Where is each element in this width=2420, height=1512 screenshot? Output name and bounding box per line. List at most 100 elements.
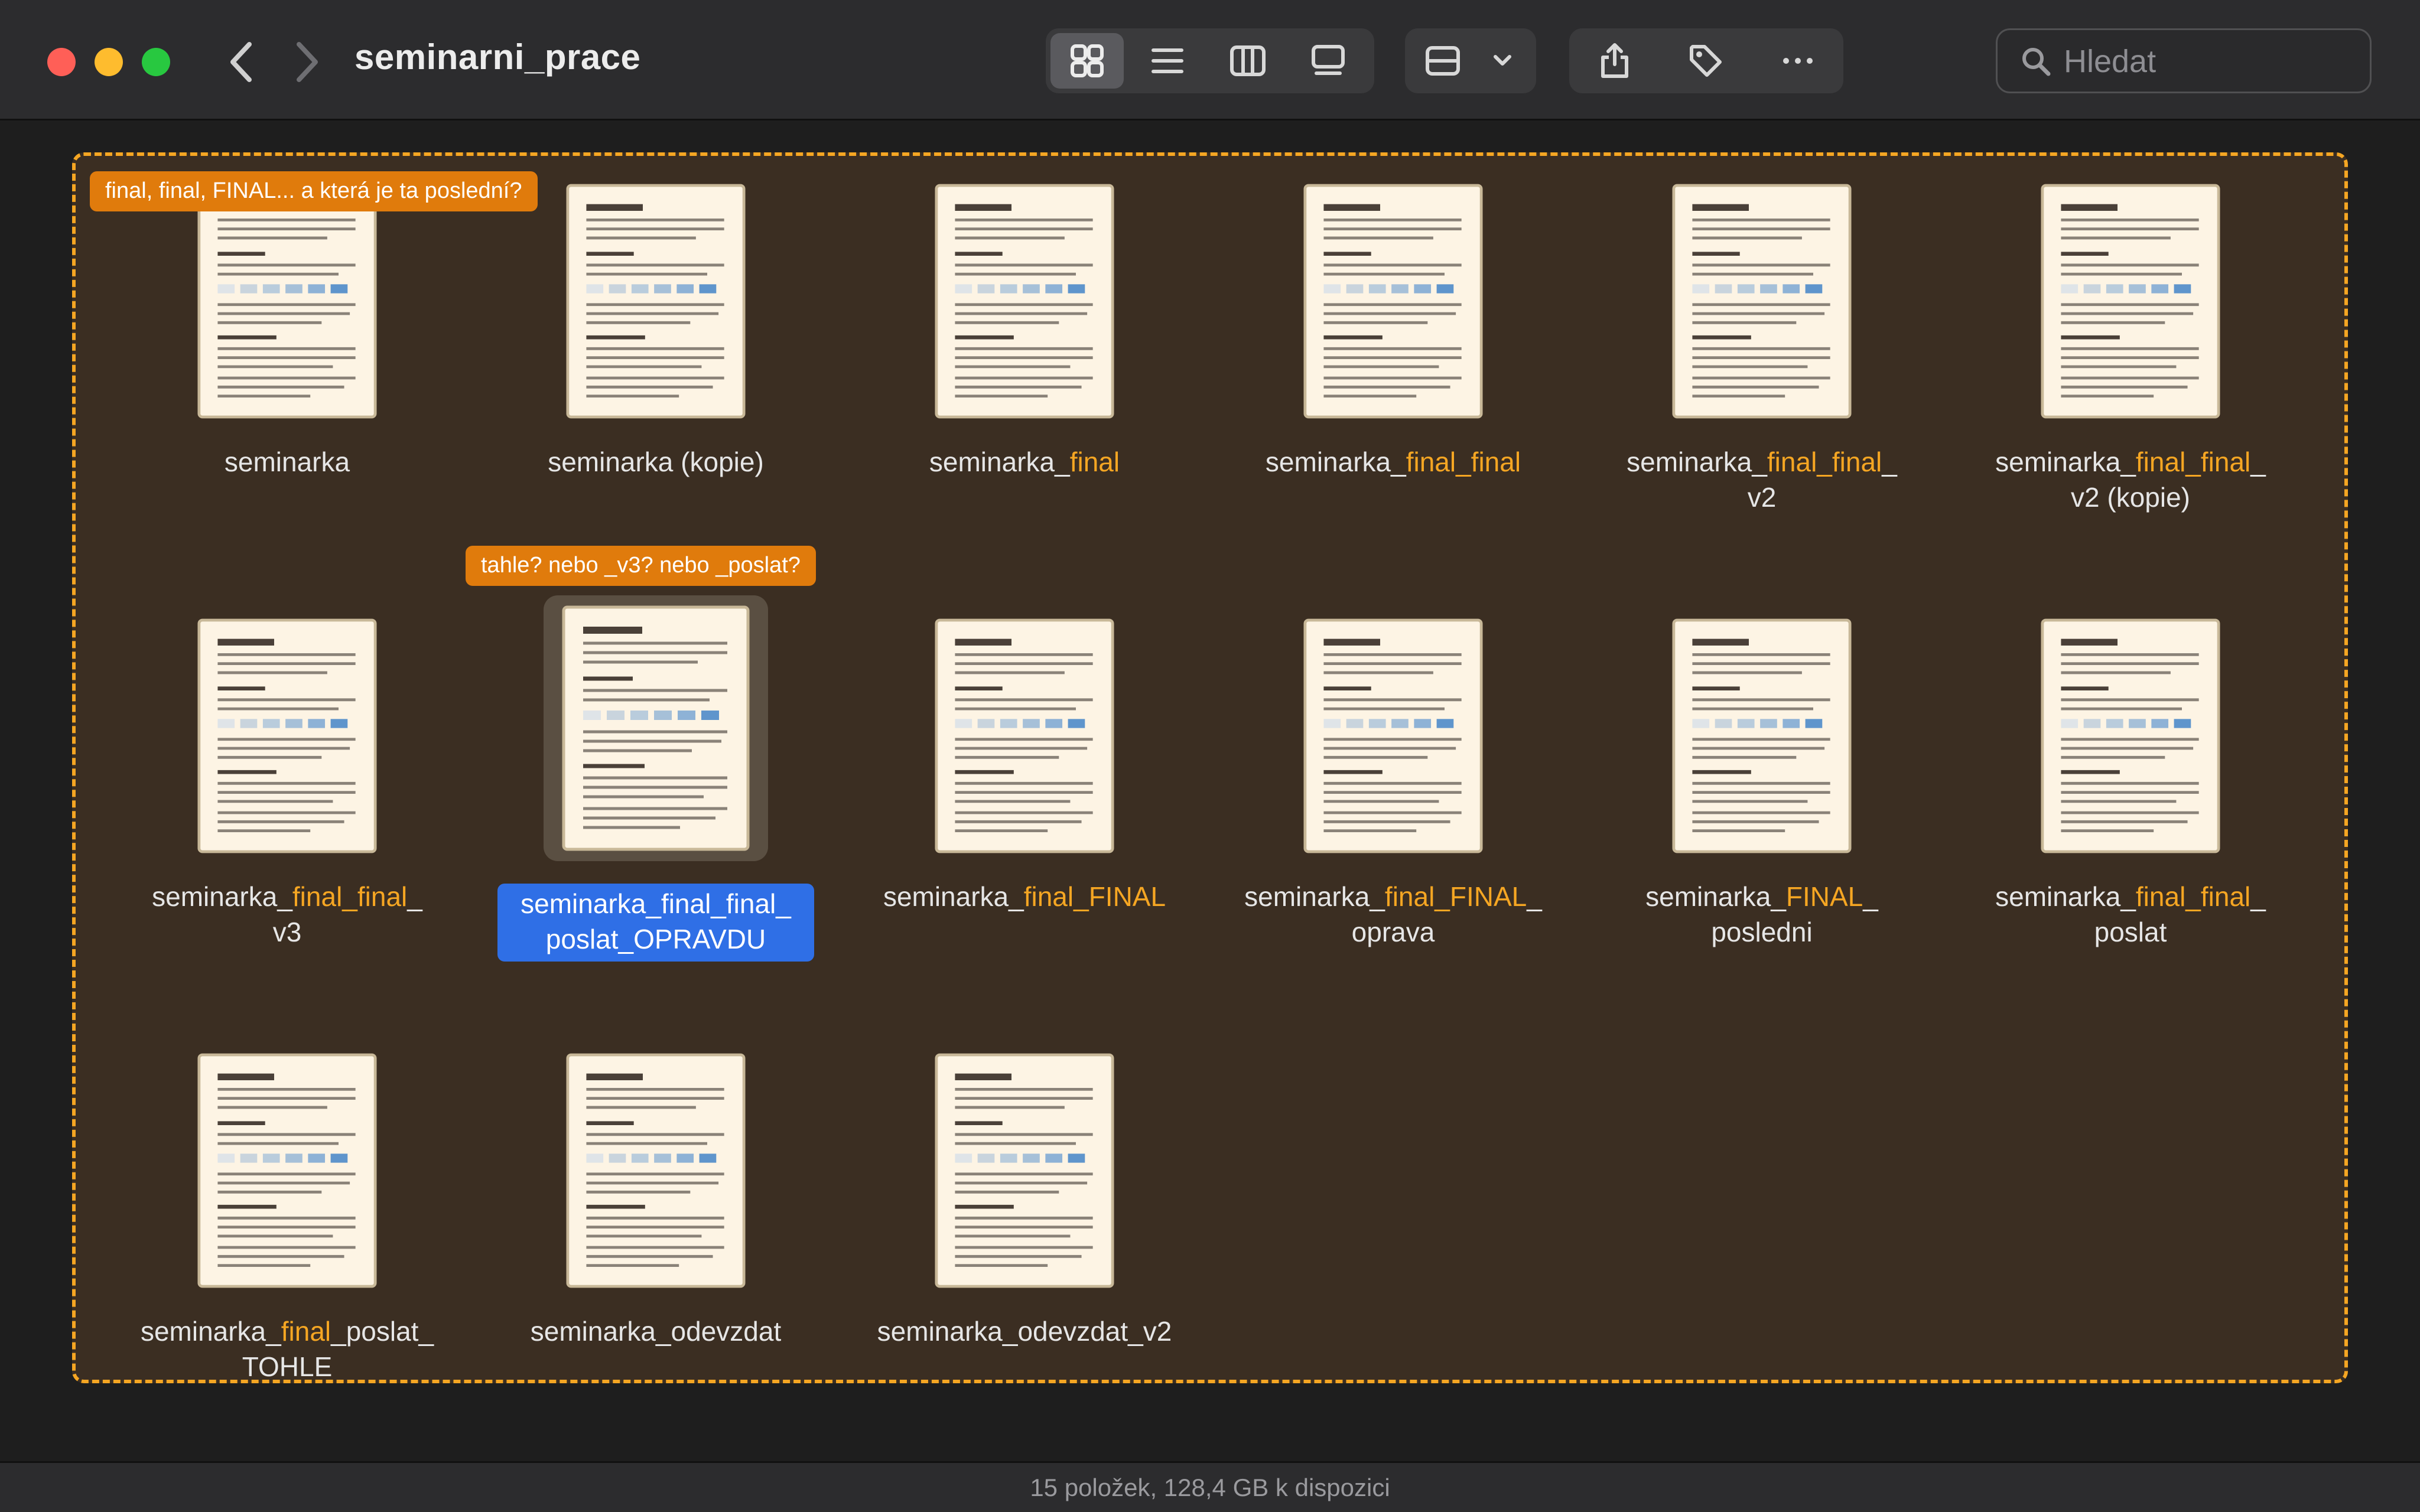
file-thumbnail[interactable] bbox=[1303, 614, 1483, 858]
file-name-part: v3 bbox=[272, 917, 302, 947]
window-toolbar: seminarni_prace bbox=[0, 0, 2420, 120]
file-name-part: seminarka_ bbox=[140, 1316, 281, 1347]
view-mode-control bbox=[1046, 28, 1374, 93]
file-name-part: seminarka (kopie) bbox=[548, 447, 764, 477]
file-name-part: seminarka_odevzdat_v2 bbox=[877, 1316, 1172, 1347]
file-name-part: seminarka_ bbox=[1645, 881, 1786, 912]
file-name-label[interactable]: seminarka_final_final_ v3 bbox=[122, 879, 453, 950]
file-name-part: seminarka_odevzdat bbox=[530, 1316, 782, 1347]
share-icon bbox=[1601, 43, 1628, 78]
document-thumbnail-icon bbox=[197, 1053, 377, 1288]
file-thumbnail[interactable] bbox=[1672, 614, 1852, 858]
document-thumbnail-icon bbox=[935, 618, 1114, 853]
list-view-button[interactable] bbox=[1131, 33, 1204, 89]
group-icon bbox=[1426, 46, 1460, 76]
file-name-label[interactable]: seminarka_final bbox=[859, 444, 1190, 480]
file-name-label[interactable]: seminarka_final_final bbox=[1228, 444, 1559, 480]
share-button[interactable] bbox=[1576, 33, 1653, 89]
file-name-part: _ bbox=[1882, 447, 1897, 477]
icon-view-button[interactable] bbox=[1050, 33, 1124, 89]
document-thumbnail-icon bbox=[566, 184, 746, 419]
file-name-label[interactable]: seminarka_final_final_ v2 (kopie) bbox=[1965, 444, 2296, 515]
file-name-part: seminarka bbox=[224, 447, 350, 477]
gallery-icon bbox=[1312, 45, 1345, 75]
file-name-part: poslat bbox=[2094, 917, 2167, 947]
file-name-part: _ bbox=[407, 881, 422, 912]
document-thumbnail-icon bbox=[1672, 618, 1852, 853]
file-name-part: oprava bbox=[1351, 917, 1435, 947]
file-name-part: seminarka_ bbox=[1995, 881, 2136, 912]
forward-button[interactable] bbox=[282, 35, 330, 89]
file-name-part: _ bbox=[2250, 447, 2266, 477]
file-thumbnail[interactable] bbox=[2041, 614, 2220, 858]
file-thumbnail[interactable] bbox=[566, 1049, 746, 1292]
zoom-window-button[interactable] bbox=[142, 48, 170, 76]
file-name-highlight: final bbox=[281, 1316, 331, 1347]
file-name-label[interactable]: seminarka_final_poslat_ TOHLE bbox=[122, 1314, 453, 1384]
document-thumbnail-icon bbox=[1672, 184, 1852, 419]
search-input[interactable] bbox=[2064, 41, 2347, 82]
chevron-right-icon bbox=[297, 42, 318, 82]
file-name-part: seminarka_ bbox=[1995, 447, 2136, 477]
file-name-part: poslat_OPRAVDU bbox=[545, 924, 766, 954]
file-thumbnail[interactable] bbox=[197, 614, 377, 858]
file-name-highlight: final_final bbox=[1406, 447, 1521, 477]
file-name-label[interactable]: seminarka (kopie) bbox=[490, 444, 821, 480]
more-actions-button[interactable] bbox=[1759, 33, 1836, 89]
annotation-note-selected: tahle? nebo _v3? nebo _poslat? bbox=[466, 546, 816, 586]
file-thumbnail[interactable] bbox=[935, 614, 1114, 858]
document-thumbnail-icon bbox=[1303, 618, 1483, 853]
file-thumbnail[interactable] bbox=[2041, 180, 2220, 423]
document-thumbnail-icon bbox=[935, 1053, 1114, 1288]
back-button[interactable] bbox=[219, 35, 266, 89]
file-name-part: seminarka_ bbox=[929, 447, 1070, 477]
file-name-label[interactable]: seminarka_FINAL_ posledni bbox=[1596, 879, 1927, 950]
file-name-highlight: final_final bbox=[292, 881, 408, 912]
file-name-part: seminarka_final_final_ bbox=[521, 888, 791, 919]
file-name-label[interactable]: seminarka bbox=[122, 444, 453, 480]
file-name-part: TOHLE bbox=[242, 1351, 333, 1382]
file-name-part: seminarka_ bbox=[1627, 447, 1767, 477]
gallery-view-button[interactable] bbox=[1292, 33, 1365, 89]
file-name-highlight: final_FINAL bbox=[1384, 881, 1527, 912]
minimize-window-button[interactable] bbox=[95, 48, 123, 76]
file-thumbnail[interactable] bbox=[566, 180, 746, 423]
file-name-part: _poslat_ bbox=[331, 1316, 434, 1347]
file-name-part: seminarka_ bbox=[152, 881, 292, 912]
search-field[interactable] bbox=[1996, 28, 2372, 93]
document-thumbnail-icon bbox=[197, 184, 377, 419]
document-thumbnail-icon bbox=[197, 618, 377, 853]
file-name-label[interactable]: seminarka_final_FINAL bbox=[859, 879, 1190, 914]
file-thumbnail[interactable] bbox=[197, 1049, 377, 1292]
file-thumbnail[interactable] bbox=[544, 595, 768, 861]
group-by-menu[interactable] bbox=[1405, 28, 1536, 93]
document-thumbnail-icon bbox=[1303, 184, 1483, 419]
file-name-highlight: final_final bbox=[2135, 881, 2251, 912]
file-name-label[interactable]: seminarka_final_final_ poslat_OPRAVDU bbox=[497, 884, 814, 962]
file-name-part: v2 (kopie) bbox=[2071, 482, 2190, 513]
tag-button[interactable] bbox=[1667, 33, 1744, 89]
file-name-part: v2 bbox=[1747, 482, 1777, 513]
file-name-part: _ bbox=[1863, 881, 1878, 912]
file-name-label[interactable]: seminarka_final_final_poslat bbox=[1965, 879, 2296, 950]
file-thumbnail[interactable] bbox=[935, 180, 1114, 423]
group-button[interactable] bbox=[1413, 33, 1472, 89]
group-dropdown-button[interactable] bbox=[1476, 33, 1529, 89]
file-name-part: _ bbox=[2250, 881, 2266, 912]
file-thumbnail[interactable] bbox=[935, 1049, 1114, 1292]
file-name-label[interactable]: seminarka_odevzdat bbox=[490, 1314, 821, 1349]
file-thumbnail[interactable] bbox=[1672, 180, 1852, 423]
column-view-button[interactable] bbox=[1211, 33, 1284, 89]
more-icon bbox=[1783, 58, 1813, 64]
annotation-note-top: final, final, FINAL... a která je ta pos… bbox=[90, 171, 538, 211]
window-title: seminarni_prace bbox=[354, 37, 641, 77]
file-name-label[interactable]: seminarka_final_final_ v2 bbox=[1596, 444, 1927, 515]
file-thumbnail[interactable] bbox=[197, 180, 377, 423]
file-browser: seminarka seminarka (kopie) seminarka_fi… bbox=[0, 122, 2420, 1461]
list-icon bbox=[1152, 48, 1183, 73]
file-name-label[interactable]: seminarka_odevzdat_v2 bbox=[859, 1314, 1190, 1349]
file-thumbnail[interactable] bbox=[1303, 180, 1483, 423]
file-name-label[interactable]: seminarka_final_FINAL_ oprava bbox=[1228, 879, 1559, 950]
highlight-frame bbox=[72, 152, 2348, 1383]
close-window-button[interactable] bbox=[47, 48, 76, 76]
